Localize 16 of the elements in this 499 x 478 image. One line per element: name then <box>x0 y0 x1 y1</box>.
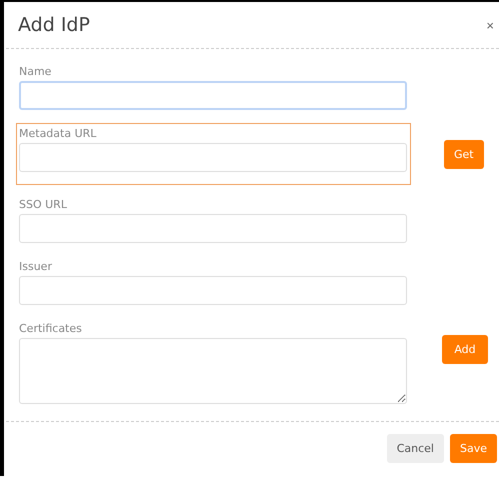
dialog-title: Add IdP <box>18 14 90 36</box>
input-field[interactable] <box>19 81 407 110</box>
action-button[interactable]: Add <box>442 335 488 364</box>
cancel-button[interactable]: Cancel <box>386 434 444 463</box>
action-button[interactable]: Get <box>444 140 484 169</box>
field-label: Name <box>19 65 52 78</box>
field-label: Issuer <box>19 260 53 273</box>
text-area[interactable] <box>19 338 407 404</box>
input-field[interactable] <box>19 276 407 305</box>
close-button[interactable]: × <box>484 18 496 32</box>
field-label: SSO URL <box>19 198 68 211</box>
save-button[interactable]: Save <box>450 434 497 463</box>
field-label: Certificates <box>19 322 83 335</box>
input-field[interactable] <box>19 143 407 172</box>
field-label: Metadata URL <box>19 127 98 140</box>
input-field[interactable] <box>19 214 407 243</box>
